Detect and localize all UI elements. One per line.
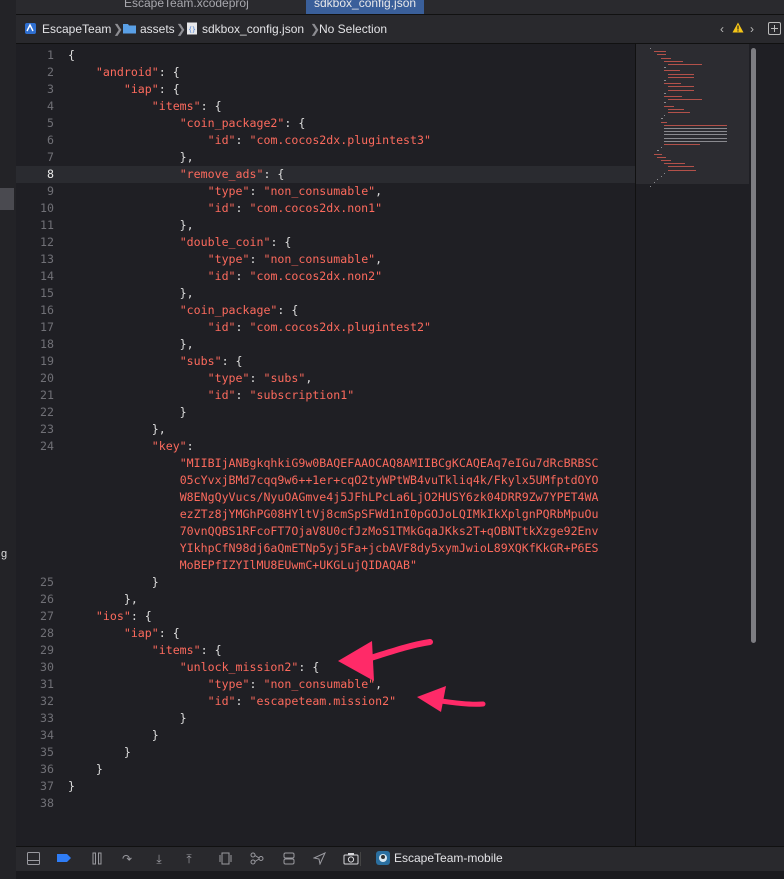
annotation-arrow-upper xyxy=(338,639,433,681)
annotation-arrow-lower xyxy=(417,686,486,712)
annotation-arrows xyxy=(338,639,486,712)
